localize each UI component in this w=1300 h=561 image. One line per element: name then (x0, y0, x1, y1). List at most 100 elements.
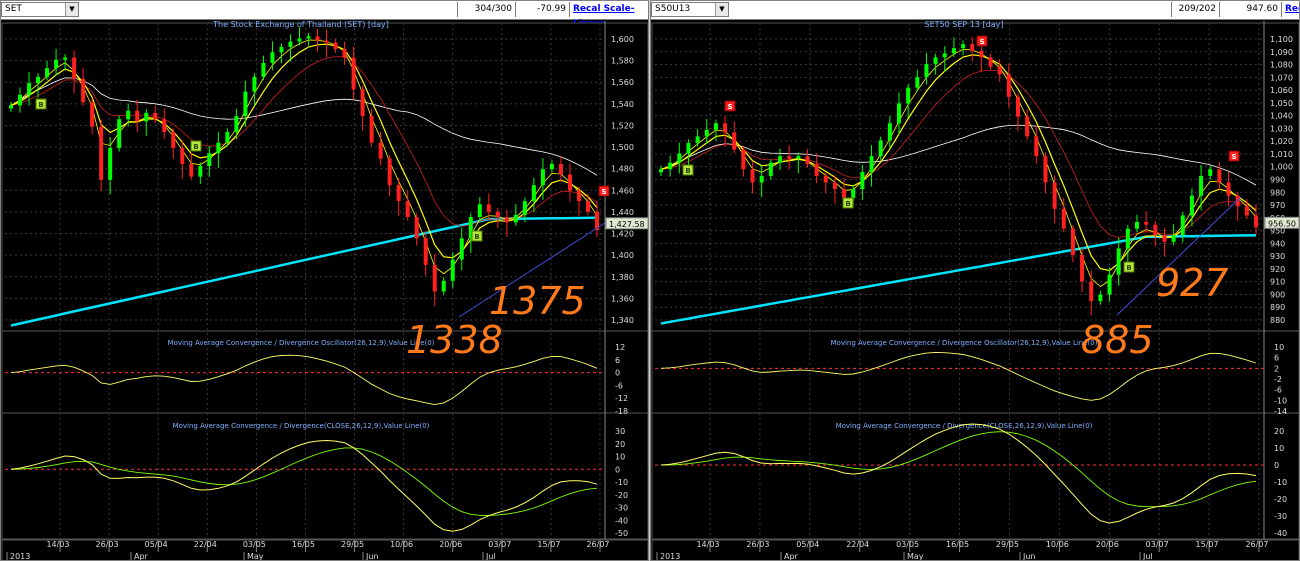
candle-body (414, 217, 419, 239)
candle-body (924, 63, 929, 78)
candle-body (1025, 116, 1030, 137)
candle-body (814, 164, 819, 176)
candle-body (1098, 294, 1103, 302)
price-tick-label: 1,000 (1270, 163, 1293, 172)
candle-body (531, 185, 536, 202)
candle-body (1244, 206, 1249, 216)
date-tick-label: 26/07 (586, 540, 609, 549)
candle-body (513, 214, 518, 223)
candle-body (1080, 254, 1085, 282)
date-tick-label: 26/03 (746, 540, 769, 549)
candle-body (851, 189, 856, 199)
buy-signal-label: B (38, 101, 43, 109)
candle-body (243, 91, 248, 117)
oscillator-tick-label: -12 (615, 394, 628, 403)
macd-tick-label: 30 (615, 427, 625, 436)
price-tick-label: 970 (1270, 201, 1285, 210)
candle-body (1162, 235, 1167, 242)
date-tick-label: 26/03 (96, 540, 119, 549)
candle-body (162, 119, 167, 132)
candle-body (1180, 215, 1185, 236)
price-tick-label: 1,020 (1270, 137, 1293, 146)
candle-body (171, 132, 176, 148)
candle-body (1226, 182, 1231, 196)
support-annotation: 927 (1156, 261, 1229, 305)
date-tick-label: 20/06 (1096, 540, 1119, 549)
candle-body (567, 174, 572, 191)
macd-tick-label: -10 (615, 478, 628, 487)
candle-body (778, 156, 782, 163)
date-tick-label: 29/05 (341, 540, 364, 549)
candle-body (54, 59, 59, 69)
candle-body (1144, 222, 1149, 225)
price-tick-label: 1,400 (611, 251, 634, 260)
price-tick-label: 930 (1270, 252, 1285, 261)
macd-tick-label: -40 (615, 516, 628, 525)
right-chart-window: S50U13 ▼ 209/202 947.60 Recal Scale-Line… (650, 0, 1300, 561)
macd-pane (651, 412, 1299, 540)
chart-title: The Stock Exchange of Thailand (SET) [da… (212, 20, 389, 29)
date-tick-label: 03/05 (896, 540, 919, 549)
candle-body (1217, 169, 1222, 183)
candle-body (1135, 222, 1139, 229)
macd-tick-label: 0 (615, 465, 620, 474)
candle-body (805, 156, 810, 165)
candle-body (126, 110, 131, 120)
candle-body (207, 153, 212, 167)
macd-tick-label: -20 (1274, 495, 1287, 504)
date-tick-label: 20/06 (439, 540, 462, 549)
candle-body (686, 142, 691, 154)
left-chart-canvas: 14/03 26/03 05/04 22/04 03/05 16/05 29/05 10/06… (1, 20, 648, 561)
candle-body (970, 44, 975, 51)
date-tick-label: 10/06 (1046, 540, 1069, 549)
oscillator-tick-label: 2 (1274, 364, 1279, 373)
left-chart-window: SET ▼ 304/300 -70.99 Recal Scale-Linear … (0, 0, 649, 561)
candle-body (234, 116, 239, 132)
candle-body (787, 156, 792, 159)
candle-body (261, 62, 266, 77)
date-tick-label: 14/03 (696, 540, 719, 549)
candle-body (668, 162, 673, 170)
candle-body (1171, 235, 1176, 242)
date-tick-label: 29/05 (996, 540, 1019, 549)
candle-body (27, 83, 32, 95)
candle-body (842, 189, 847, 199)
candle-body (216, 142, 221, 154)
candle-body (832, 182, 837, 190)
oscillator-title: Moving Average Convergence / Divergence … (831, 339, 1098, 347)
month-tick-label: 2013 (10, 552, 30, 561)
candle-body (405, 201, 410, 218)
candle-body (432, 264, 437, 292)
price-tick-label: 1,460 (611, 186, 634, 195)
price-tick-label: 1,040 (1270, 112, 1293, 121)
buy-signal-label: B (1126, 264, 1131, 272)
candle-body (732, 132, 737, 150)
candle-body (108, 147, 113, 180)
candle-body (441, 280, 446, 292)
candle-body (252, 76, 257, 92)
candle-body (878, 140, 883, 157)
candle-body (549, 163, 554, 170)
candle-body (997, 66, 1002, 75)
candle-body (961, 44, 966, 49)
price-tick-label: 1,340 (611, 316, 634, 325)
candle-body (396, 185, 401, 202)
candle-body (915, 77, 920, 88)
candle-body (979, 50, 984, 58)
candle-body (333, 42, 338, 50)
candle-body (768, 162, 773, 176)
month-tick-label: Jun (1022, 552, 1036, 561)
month-tick-label: 2013 (660, 552, 680, 561)
price-tick-label: 1,380 (611, 273, 634, 282)
candle-body (90, 102, 95, 127)
candle-body (225, 132, 230, 143)
candle-body (1016, 96, 1020, 117)
candle-body (906, 87, 911, 104)
price-tick-label: 1,090 (1270, 48, 1293, 57)
candle-body (297, 38, 302, 42)
oscillator-tick-label: 6 (615, 356, 620, 365)
candle-body (869, 156, 874, 172)
candle-body (189, 163, 194, 177)
candle-body (540, 169, 545, 186)
price-tick-label: 1,600 (611, 35, 634, 44)
